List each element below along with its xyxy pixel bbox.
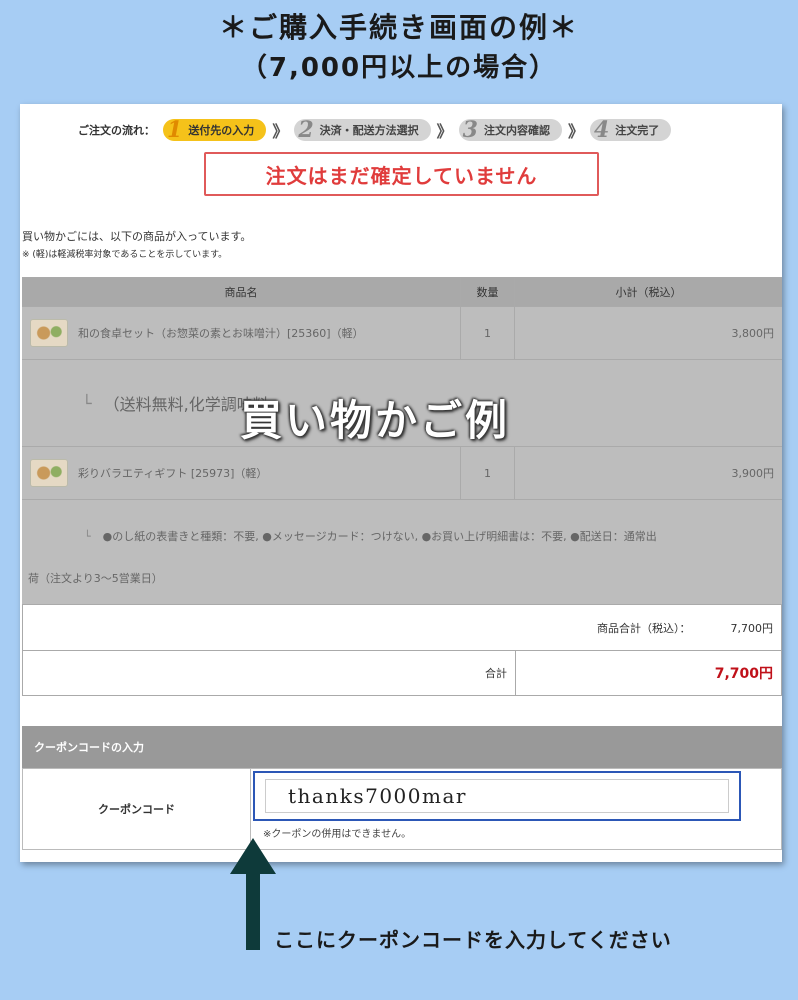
grand-total-value: 7,700円 (714, 666, 773, 682)
headline-subtitle: （7,000円以上の場合） (240, 53, 558, 83)
table-row: 和の食卓セット（お惣菜の素とお味噌汁）[25360]（軽） 1 3,800円 (22, 307, 782, 360)
table-header-row: 商品名 数量 小計（税込） (22, 277, 782, 307)
corner-arrow-icon: └ (82, 393, 92, 413)
step-label: 送付先の入力 (188, 124, 255, 137)
product-quantity: 1 (461, 307, 515, 359)
coupon-section-title: クーポンコードの入力 (22, 726, 782, 768)
flow-label: ご注文の流れ： (78, 124, 155, 137)
chevron-double-right-icon: 》 (436, 122, 453, 141)
product-subtotal: 3,900円 (731, 467, 775, 480)
table-row: 彩りバラエティギフト [25973]（軽） 1 3,900円 (22, 447, 782, 500)
chevron-double-right-icon: 》 (567, 122, 584, 141)
product-total-row: 商品合計（税込）： 7,700円 (22, 605, 782, 651)
flow-step-1: 1 送付先の入力 (163, 117, 267, 143)
step-label: 注文内容確認 (483, 124, 550, 137)
product-options-line2: 荷（注文より3～5営業日） (28, 572, 163, 585)
coupon-highlight-frame (253, 771, 741, 821)
cart-intro-text: 買い物かごには、以下の商品が入っています。 (22, 230, 252, 243)
arrow-shape (230, 838, 276, 950)
step-number: 3 (462, 117, 478, 143)
cart-table: 商品名 数量 小計（税込） 和の食卓セット（お惣菜の素とお味噌汁）[25360]… (22, 277, 782, 696)
product-total-value: 7,700円 (730, 621, 774, 635)
product-total-label: 商品合計（税込）： (597, 621, 691, 635)
up-arrow-icon (230, 838, 276, 950)
step-number: 2 (298, 117, 314, 143)
coupon-instruction: ここにクーポンコードを入力してください (274, 928, 672, 952)
product-options-text: ●のし紙の表書きと種類：不要, ●メッセージカード：つけない, ●お買い上げ明細… (102, 530, 657, 543)
product-name[interactable]: 和の食卓セット（お惣菜の素とお味噌汁）[25360]（軽） (78, 325, 364, 341)
order-not-confirmed-notice: 注文はまだ確定していません (204, 152, 599, 196)
product-thumbnail (30, 459, 68, 487)
coupon-row: クーポンコード ※クーポンの併用はできません。 (22, 768, 782, 850)
step-number: 4 (593, 117, 610, 143)
flow-step-3: 3 注文内容確認 (458, 117, 562, 143)
product-subtotal: 3,800円 (731, 327, 775, 340)
header-product-name: 商品名 (22, 278, 461, 306)
product-options-row: └ ●のし紙の表書きと種類：不要, ●メッセージカード：つけない, ●お買い上げ明… (22, 500, 782, 605)
chevron-double-right-icon: 》 (272, 122, 289, 141)
headline-title: ＊ご購入手続き画面の例＊ (218, 11, 579, 44)
coupon-body: ※クーポンの併用はできません。 (251, 769, 781, 849)
order-flow-bar: ご注文の流れ： 1 送付先の入力 》 2 決済・配送方法選択 》 3 注文内容確… (78, 117, 672, 143)
header-subtotal: 小計（税込） (615, 286, 682, 299)
product-quantity: 1 (461, 447, 515, 499)
corner-arrow-icon: └ (84, 530, 91, 543)
grand-total-row: 合計 7,700円 (22, 651, 782, 696)
product-name[interactable]: 彩りバラエティギフト [25973]（軽） (78, 465, 267, 481)
product-cell: 和の食卓セット（お惣菜の素とお味噌汁）[25360]（軽） (22, 307, 461, 359)
step-label: 注文完了 (615, 124, 660, 137)
product-options-line1: └ ●のし紙の表書きと種類：不要, ●メッセージカード：つけない, ●お買い上げ明… (22, 528, 657, 544)
step-number: 1 (167, 117, 183, 143)
header-quantity: 数量 (461, 278, 515, 306)
flow-step-4: 4 注文完了 (589, 117, 672, 143)
product-thumbnail (30, 319, 68, 347)
grand-total-label: 合計 (23, 651, 516, 695)
step-label: 決済・配送方法選択 (319, 124, 419, 137)
headline: ＊ご購入手続き画面の例＊ （7,000円以上の場合） (0, 8, 798, 88)
product-cell: 彩りバラエティギフト [25973]（軽） (22, 447, 461, 499)
flow-step-2: 2 決済・配送方法選択 (294, 117, 431, 143)
tax-note: ※ (軽)は軽減税率対象であることを示しています。 (22, 250, 228, 260)
cart-example-overlay: 買い物かご例 (240, 396, 511, 445)
checkout-panel: ご注文の流れ： 1 送付先の入力 》 2 決済・配送方法選択 》 3 注文内容確… (20, 104, 782, 862)
coupon-label: クーポンコード (23, 769, 251, 849)
coupon-code-input[interactable] (265, 779, 729, 813)
coupon-note: ※クーポンの併用はできません。 (263, 829, 412, 840)
